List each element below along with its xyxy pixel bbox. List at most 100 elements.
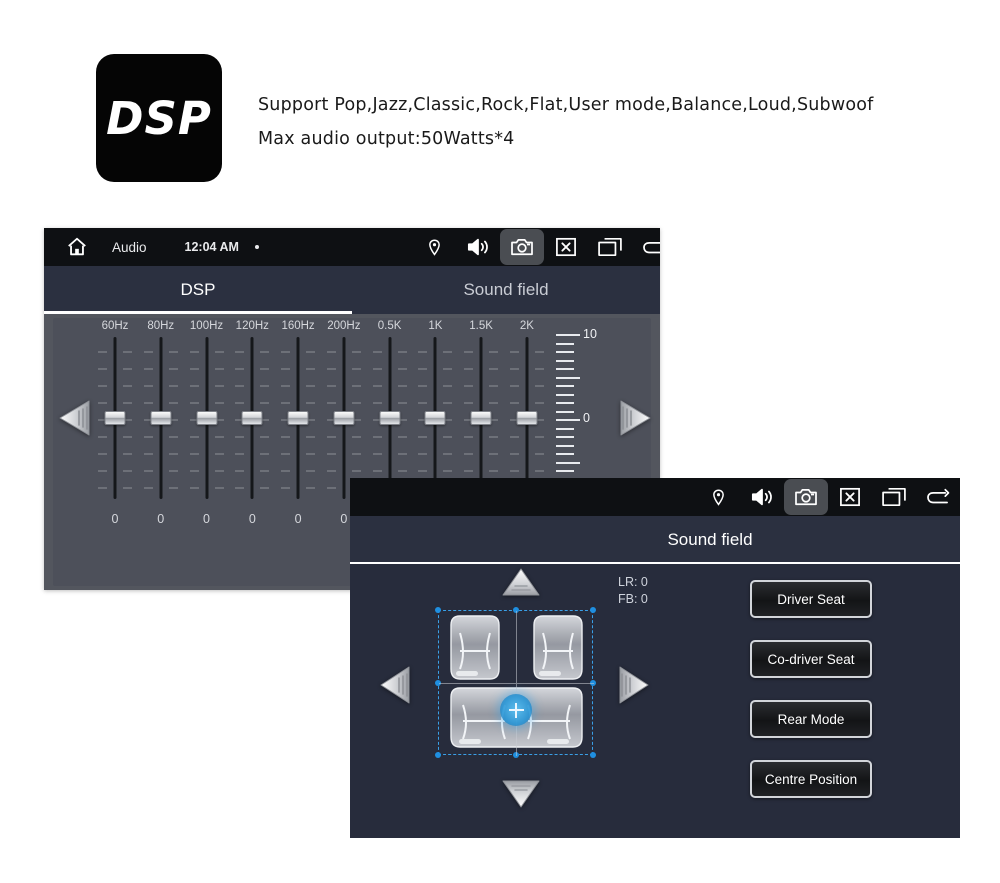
eq-slider-notch — [443, 436, 453, 438]
eq-slider-notch — [464, 453, 474, 455]
close-box-icon[interactable] — [544, 228, 588, 266]
seat-position-pad — [370, 566, 660, 816]
volume-icon[interactable] — [740, 478, 784, 516]
eq-slider-notch — [235, 402, 245, 404]
db-scale-tick — [556, 376, 580, 379]
eq-slider-notch — [189, 351, 199, 353]
eq-slider-notch — [489, 470, 499, 472]
eq-slider-thumb[interactable] — [241, 411, 263, 425]
seat-selection-box[interactable] — [435, 607, 596, 758]
dsp-logo-badge: DSP — [96, 54, 222, 182]
eq-slider-notch — [168, 487, 178, 489]
eq-slider-notch — [98, 453, 107, 455]
eq-band-slider[interactable] — [188, 337, 226, 499]
eq-band-slider[interactable] — [142, 337, 180, 499]
eq-slider-notch — [372, 385, 382, 387]
eq-slider-notch — [281, 368, 291, 370]
home-icon[interactable] — [64, 234, 90, 260]
pad-right-arrow-button[interactable] — [617, 664, 651, 706]
eq-slider-notch — [372, 368, 382, 370]
eq-slider-thumb[interactable] — [150, 411, 172, 425]
eq-slider-notch — [489, 368, 499, 370]
car-seats-illustration — [439, 611, 594, 756]
eq-slider-notch — [489, 453, 499, 455]
eq-slider-notch — [260, 470, 270, 472]
db-scale-tick — [556, 444, 574, 447]
pad-left-arrow-button[interactable] — [378, 664, 412, 706]
eq-slider-notch — [351, 453, 361, 455]
sound-field-button-label: Centre Position — [764, 771, 858, 787]
eq-slider-thumb[interactable] — [470, 411, 492, 425]
eq-slider-notch — [509, 351, 519, 353]
sound-field-button-rear-mode[interactable]: Rear Mode — [750, 700, 872, 738]
eq-slider-thumb[interactable] — [196, 411, 218, 425]
eq-slider-notch — [418, 436, 428, 438]
pad-up-arrow-button[interactable] — [500, 566, 542, 598]
recent-apps-icon[interactable] — [872, 478, 916, 516]
eq-slider-notch — [372, 436, 382, 438]
eq-next-arrow-button[interactable] — [619, 398, 653, 438]
eq-slider-notch — [351, 351, 361, 353]
eq-slider-notch — [306, 436, 316, 438]
db-scale-tick — [556, 359, 574, 362]
header-description: Support Pop,Jazz,Classic,Rock,Flat,User … — [258, 88, 958, 156]
eq-slider-thumb[interactable] — [424, 411, 446, 425]
eq-band-slider[interactable] — [416, 337, 454, 499]
db-scale-tick — [556, 470, 574, 472]
eq-slider-notch — [351, 470, 361, 472]
eq-band-slider[interactable] — [325, 337, 363, 499]
pad-down-arrow-button[interactable] — [500, 778, 542, 810]
sound-field-button-driver-seat[interactable]: Driver Seat — [750, 580, 872, 618]
sound-field-button-co-driver-seat[interactable]: Co-driver Seat — [750, 640, 872, 678]
volume-icon[interactable] — [456, 228, 500, 266]
back-arrow-icon[interactable] — [916, 478, 960, 516]
sound-field-button-centre-position[interactable]: Centre Position — [750, 760, 872, 798]
back-arrow-icon[interactable] — [632, 228, 660, 266]
eq-band-value: 0 — [157, 512, 165, 526]
location-pin-icon[interactable] — [412, 228, 456, 266]
eq-slider-notch — [123, 487, 132, 489]
eq-slider-notch — [489, 436, 499, 438]
eq-slider-notch — [326, 402, 336, 404]
eq-slider-notch — [189, 402, 199, 404]
eq-slider-thumb[interactable] — [333, 411, 355, 425]
camera-icon[interactable] — [784, 479, 828, 515]
clock-label: 12:04 AM — [184, 240, 239, 254]
db-scale-tick — [556, 436, 574, 438]
db-scale-tick — [556, 427, 574, 430]
eq-band-frequency-label: 200Hz — [327, 320, 361, 332]
eq-slider-thumb[interactable] — [287, 411, 309, 425]
eq-slider-notch — [509, 402, 519, 404]
eq-band-slider[interactable] — [508, 337, 546, 499]
tab-sound-field[interactable]: Sound field — [352, 266, 660, 314]
dsp-status-icons — [412, 228, 660, 266]
eq-slider-thumb[interactable] — [379, 411, 401, 425]
eq-band-slider[interactable] — [462, 337, 500, 499]
eq-slider-notch — [260, 351, 270, 353]
camera-icon[interactable] — [500, 229, 544, 265]
eq-band-slider[interactable] — [279, 337, 317, 499]
eq-band-slider[interactable] — [96, 337, 134, 499]
eq-prev-arrow-button[interactable] — [57, 398, 91, 438]
eq-slider-notch — [326, 368, 336, 370]
tab-dsp[interactable]: DSP — [44, 266, 352, 314]
eq-slider-notch — [235, 470, 245, 472]
eq-slider-notch — [189, 487, 199, 489]
eq-slider-notch — [143, 368, 153, 370]
db-scale-tick — [556, 351, 574, 353]
tab-dsp-label: DSP — [180, 280, 216, 299]
db-scale-tick — [556, 402, 574, 404]
sound-position-marker[interactable] — [500, 694, 532, 726]
recent-apps-icon[interactable] — [588, 228, 632, 266]
eq-slider-notch — [397, 351, 407, 353]
eq-slider-thumb[interactable] — [516, 411, 538, 425]
eq-slider-notch — [189, 385, 199, 387]
location-pin-icon[interactable] — [696, 478, 740, 516]
eq-slider-notch — [489, 385, 499, 387]
eq-band-slider[interactable] — [233, 337, 271, 499]
eq-slider-thumb[interactable] — [104, 411, 126, 425]
eq-band-slider[interactable] — [371, 337, 409, 499]
eq-slider-notch — [260, 487, 270, 489]
eq-slider-notch — [534, 368, 544, 370]
close-box-icon[interactable] — [828, 478, 872, 516]
